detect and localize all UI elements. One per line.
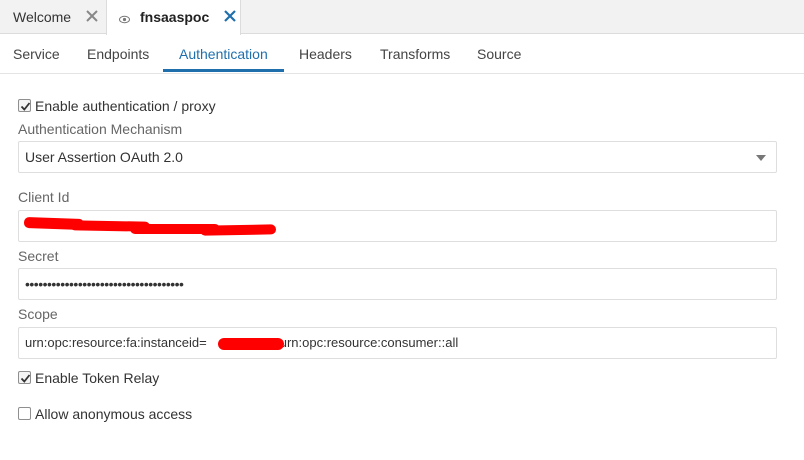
editor-tab-strip: Welcome fnsaaspoc bbox=[0, 0, 804, 35]
tab-source[interactable]: Source bbox=[477, 46, 521, 62]
secret-label: Secret bbox=[18, 248, 59, 264]
scope-prefix: urn:opc:resource:fa:instanceid= bbox=[25, 335, 207, 350]
scope-redaction bbox=[218, 338, 284, 350]
secret-value: •••••••••••••••••••••••••••••••••••• bbox=[25, 276, 184, 292]
token-relay-checkbox[interactable] bbox=[18, 371, 31, 384]
editor-tab-fnsaaspoc[interactable]: fnsaaspoc bbox=[106, 0, 241, 35]
mechanism-label: Authentication Mechanism bbox=[18, 121, 183, 137]
tab-transforms[interactable]: Transforms bbox=[380, 46, 450, 62]
active-tab-indicator bbox=[163, 69, 284, 72]
chevron-down-icon bbox=[756, 155, 766, 161]
editor-tab-welcome[interactable]: Welcome bbox=[0, 0, 106, 34]
eye-icon bbox=[119, 12, 130, 24]
token-relay-label: Enable Token Relay bbox=[35, 370, 160, 386]
scope-suffix: urn:opc:resource:consumer::all bbox=[279, 335, 459, 350]
anonymous-checkbox[interactable] bbox=[18, 407, 31, 420]
close-icon[interactable] bbox=[85, 9, 99, 23]
enable-auth-label: Enable authentication / proxy bbox=[35, 98, 216, 114]
scope-field[interactable]: urn:opc:resource:fa:instanceid= urn:opc:r… bbox=[18, 327, 777, 359]
scope-label: Scope bbox=[18, 306, 58, 322]
tab-headers[interactable]: Headers bbox=[299, 46, 352, 62]
tab-authentication[interactable]: Authentication bbox=[179, 46, 268, 62]
tab-endpoints[interactable]: Endpoints bbox=[87, 46, 149, 62]
tab-service[interactable]: Service bbox=[13, 46, 60, 62]
mechanism-value: User Assertion OAuth 2.0 bbox=[25, 149, 183, 165]
mechanism-select[interactable]: User Assertion OAuth 2.0 bbox=[18, 141, 777, 173]
close-icon[interactable] bbox=[223, 9, 237, 23]
anonymous-label: Allow anonymous access bbox=[35, 406, 193, 422]
enable-auth-checkbox[interactable] bbox=[18, 99, 31, 112]
secret-field[interactable]: •••••••••••••••••••••••••••••••••••• bbox=[18, 268, 777, 300]
editor-tab-label: fnsaaspoc bbox=[140, 9, 210, 25]
section-tabs: Service Endpoints Authentication Headers… bbox=[0, 34, 804, 74]
editor-tab-label: Welcome bbox=[13, 9, 72, 25]
client-id-label: Client Id bbox=[18, 189, 70, 205]
